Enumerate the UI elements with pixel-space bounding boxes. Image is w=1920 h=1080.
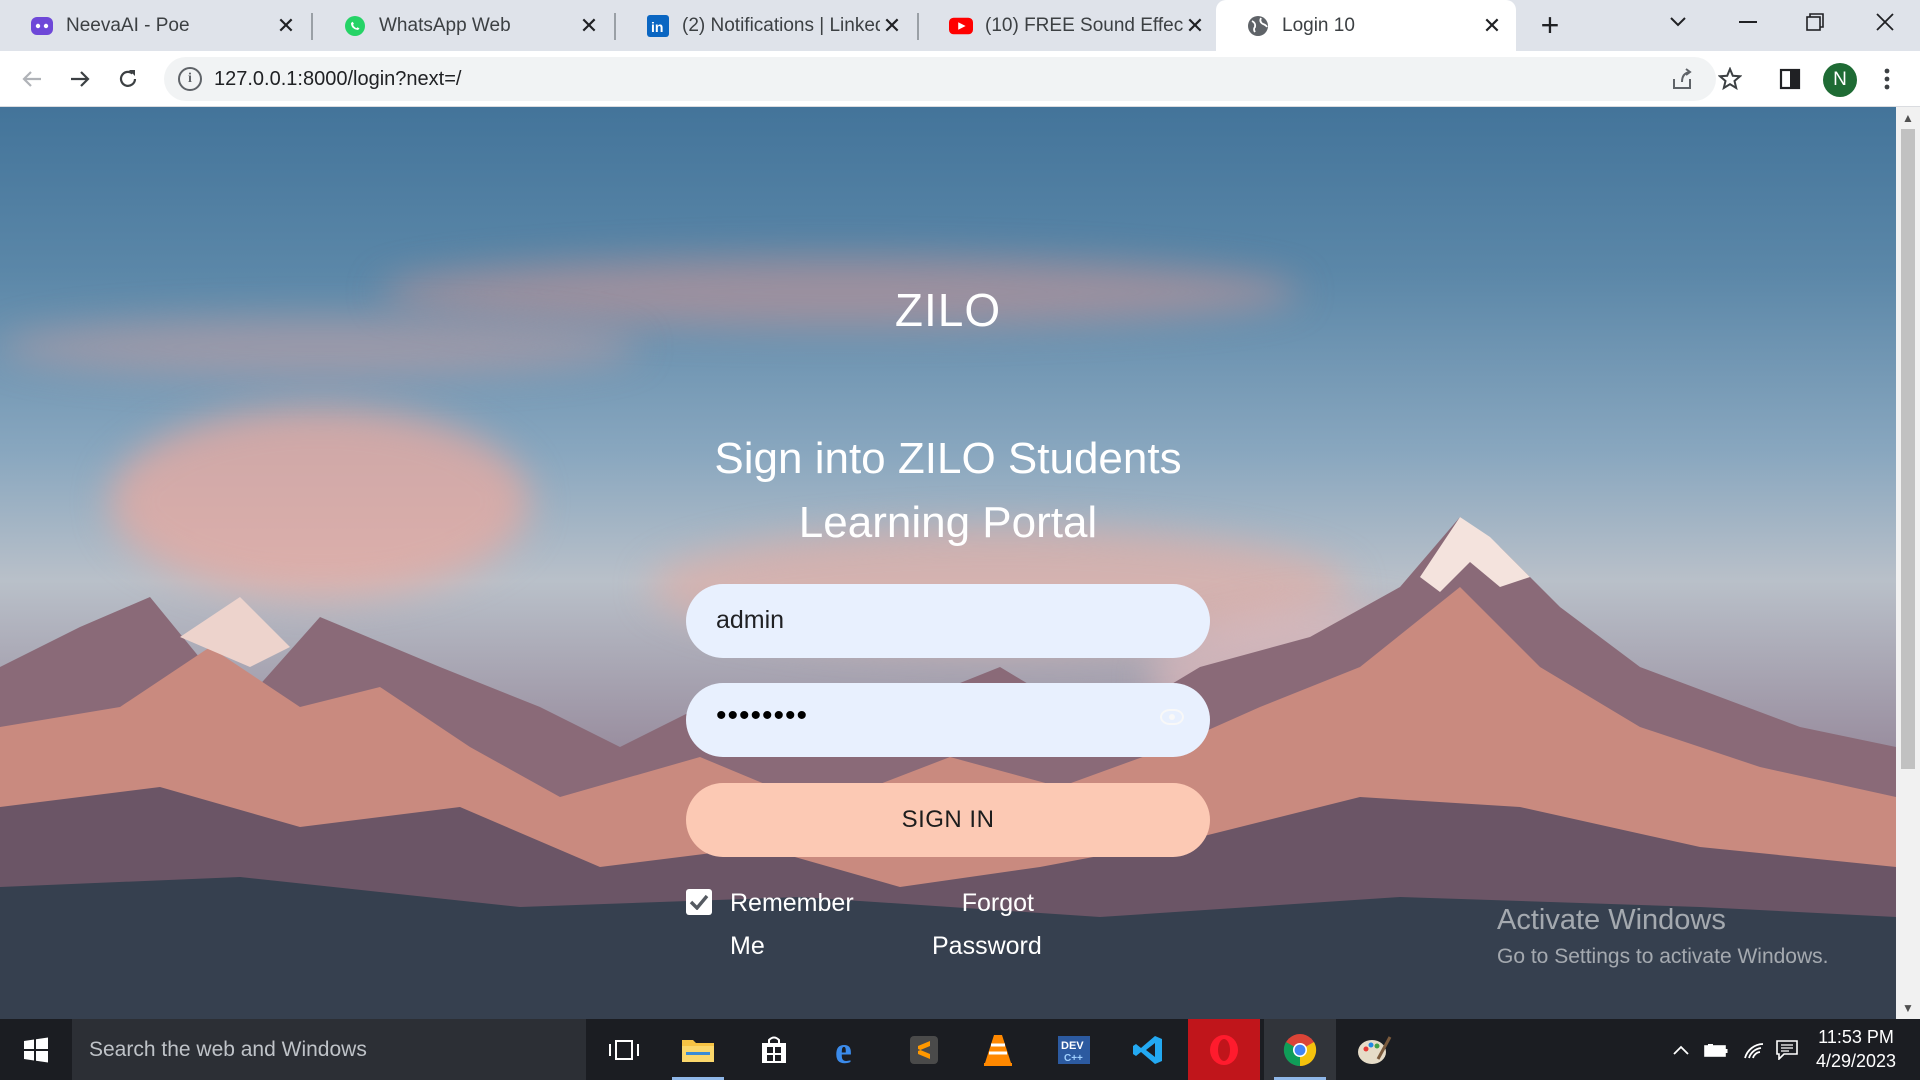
opera-icon[interactable] — [1188, 1019, 1260, 1080]
paint-icon[interactable] — [1338, 1019, 1410, 1080]
site-info-icon[interactable]: i — [178, 67, 202, 91]
tab-close-icon[interactable]: ✕ — [1183, 13, 1207, 38]
linkedin-icon: in — [646, 14, 670, 38]
svg-text:e: e — [835, 1033, 852, 1067]
forgot-password-link[interactable]: Forgot Password — [932, 882, 1042, 968]
dev-cpp-icon[interactable]: DEV C++ — [1038, 1019, 1110, 1080]
show-password-eye-icon[interactable] — [1160, 709, 1184, 725]
remember-me-checkbox[interactable] — [686, 889, 712, 915]
scrollbar-thumb[interactable] — [1901, 129, 1915, 769]
activate-windows-title: Activate Windows — [1497, 904, 1726, 936]
scroll-down-arrow-icon[interactable]: ▼ — [1902, 1001, 1914, 1015]
tab-close-icon[interactable]: ✕ — [880, 13, 904, 38]
chrome-icon[interactable] — [1264, 1019, 1336, 1080]
file-explorer-icon[interactable] — [662, 1019, 734, 1080]
tab-linkedin-notifications[interactable]: in (2) Notifications | LinkedIn ✕ — [616, 0, 916, 51]
tab-search-chevron-icon[interactable] — [1648, 0, 1708, 44]
taskbar-clock[interactable]: 11:53 PM 4/29/2023 — [1800, 1025, 1912, 1073]
tab-youtube-sound-effects[interactable]: (10) FREE Sound Effects For ✕ — [919, 0, 1219, 51]
checkmark-icon — [689, 894, 709, 910]
tab-close-icon[interactable]: ✕ — [274, 13, 298, 38]
close-window-icon[interactable] — [1855, 0, 1915, 44]
browser-toolbar: i 127.0.0.1:8000/login?next=/ N — [0, 51, 1920, 107]
scroll-up-arrow-icon[interactable]: ▲ — [1902, 111, 1914, 125]
new-tab-plus-icon[interactable]: + — [1533, 7, 1567, 43]
forward-arrow-icon[interactable] — [60, 59, 100, 99]
login-page: ZILO Sign into ZILO Students Learning Po… — [0, 107, 1896, 1019]
youtube-icon — [949, 14, 973, 38]
minimize-icon[interactable] — [1718, 0, 1778, 44]
vscode-icon[interactable] — [1112, 1019, 1184, 1080]
remember-me-label[interactable]: Remember Me — [730, 882, 854, 968]
page-scrollbar[interactable]: ▲ ▼ — [1896, 107, 1920, 1019]
svg-text:C++: C++ — [1064, 1053, 1083, 1064]
username-input[interactable]: admin — [686, 584, 1210, 658]
windows-taskbar: Search the web and Windows e DEV C++ 11:… — [0, 1019, 1920, 1080]
whatsapp-icon — [343, 14, 367, 38]
sign-in-button[interactable]: SIGN IN — [686, 783, 1210, 857]
forgot-line: Password — [932, 932, 1042, 960]
bookmark-star-icon[interactable] — [1710, 59, 1750, 99]
svg-text:in: in — [651, 19, 663, 35]
back-arrow-icon[interactable] — [12, 59, 52, 99]
heading-line: Sign into ZILO Students — [714, 434, 1182, 483]
tab-title: (2) Notifications | LinkedIn — [682, 14, 880, 36]
globe-icon — [1246, 14, 1270, 38]
remember-line: Me — [730, 932, 765, 960]
battery-icon[interactable] — [1700, 1019, 1732, 1080]
url-text[interactable]: 127.0.0.1:8000/login?next=/ — [214, 68, 461, 91]
clock-date: 4/29/2023 — [1815, 1051, 1897, 1071]
wifi-icon[interactable] — [1738, 1019, 1770, 1080]
vlc-icon[interactable] — [962, 1019, 1034, 1080]
store-icon[interactable] — [738, 1019, 810, 1080]
side-panel-icon[interactable] — [1770, 59, 1810, 99]
task-view-icon[interactable] — [588, 1019, 660, 1080]
tab-neevaai-poe[interactable]: NeevaAI - Poe ✕ — [0, 0, 310, 51]
login-heading: Sign into ZILO Students Learning Portal — [680, 427, 1216, 555]
tab-whatsapp-web[interactable]: WhatsApp Web ✕ — [313, 0, 613, 51]
tab-login-10[interactable]: Login 10 ✕ — [1216, 0, 1516, 51]
taskbar-search-box[interactable]: Search the web and Windows — [72, 1019, 586, 1080]
username-value: admin — [716, 606, 785, 634]
show-hidden-icons-chevron-icon[interactable] — [1668, 1019, 1694, 1080]
tab-close-icon[interactable]: ✕ — [1480, 13, 1504, 38]
remember-line: Remember — [730, 889, 854, 917]
tab-title: Login 10 — [1282, 14, 1355, 36]
tab-strip: NeevaAI - Poe ✕ WhatsApp Web ✕ in (2) No… — [0, 0, 1920, 51]
activate-windows-subtitle: Go to Settings to activate Windows. — [1497, 945, 1829, 968]
kebab-menu-icon[interactable] — [1867, 59, 1907, 99]
password-value: •••••••• — [716, 699, 809, 732]
edge-icon[interactable]: e — [814, 1019, 886, 1080]
reload-icon[interactable] — [108, 59, 148, 99]
clock-time: 11:53 PM — [1818, 1027, 1894, 1047]
password-input[interactable]: •••••••• — [686, 683, 1210, 757]
brand-title: ZILO — [894, 284, 1002, 336]
address-bar[interactable]: i 127.0.0.1:8000/login?next=/ — [164, 57, 1716, 101]
tab-close-icon[interactable]: ✕ — [577, 13, 601, 38]
poe-icon — [30, 14, 54, 38]
start-button-windows-icon[interactable] — [0, 1019, 72, 1080]
notifications-icon[interactable] — [1772, 1019, 1802, 1080]
forgot-line: Forgot — [961, 889, 1034, 917]
search-placeholder: Search the web and Windows — [89, 1038, 367, 1061]
share-icon[interactable] — [1670, 67, 1694, 96]
heading-line: Learning Portal — [798, 498, 1098, 547]
svg-text:DEV: DEV — [1061, 1040, 1084, 1052]
tab-title: WhatsApp Web — [379, 14, 511, 36]
restore-icon[interactable] — [1785, 0, 1845, 44]
sublime-text-icon[interactable] — [888, 1019, 960, 1080]
tab-title: (10) FREE Sound Effects For — [985, 14, 1183, 36]
profile-avatar[interactable]: N — [1823, 63, 1857, 97]
tab-title: NeevaAI - Poe — [66, 14, 190, 36]
